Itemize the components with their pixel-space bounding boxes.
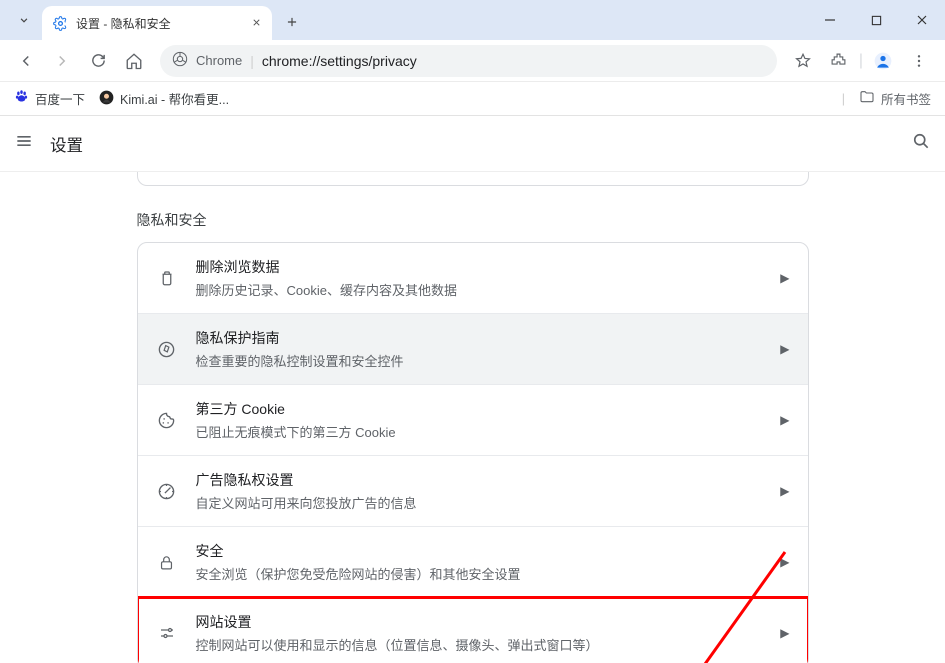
row-desc: 安全浏览（保护您免受危险网站的侵害）和其他安全设置 [196,564,763,583]
chrome-logo-icon [172,51,188,70]
window-minimize-button[interactable] [807,0,853,40]
row-desc: 控制网站可以使用和显示的信息（位置信息、摄像头、弹出式窗口等） [196,635,763,654]
privacy-card: 删除浏览数据 删除历史记录、Cookie、缓存内容及其他数据 ▶ 隐私保护指南 … [137,242,809,663]
bookmark-label: 百度一下 [35,89,85,108]
profile-button[interactable] [867,45,899,77]
row-site-settings[interactable]: 网站设置 控制网站可以使用和显示的信息（位置信息、摄像头、弹出式窗口等） ▶ [138,598,808,663]
address-url: chrome://settings/privacy [262,53,417,69]
settings-search-button[interactable] [911,131,931,156]
row-desc: 自定义网站可用来向您投放广告的信息 [196,493,763,512]
folder-icon [859,89,875,108]
browser-toolbar: Chrome | chrome://settings/privacy | [0,40,945,82]
address-scheme-label: Chrome [196,53,242,68]
row-clear-browsing-data[interactable]: 删除浏览数据 删除历史记录、Cookie、缓存内容及其他数据 ▶ [138,243,808,314]
cookie-icon [156,409,178,431]
chevron-right-icon: ▶ [780,555,789,569]
chevron-right-icon: ▶ [780,484,789,498]
trash-icon [156,267,178,289]
content-scroll[interactable]: 隐私和安全 删除浏览数据 删除历史记录、Cookie、缓存内容及其他数据 ▶ [0,172,945,663]
settings-header: 设置 [0,116,945,172]
lock-icon [156,551,178,573]
row-security[interactable]: 安全 安全浏览（保护您免受危险网站的侵害）和其他安全设置 ▶ [138,527,808,598]
forward-button[interactable] [46,45,78,77]
compass-icon [156,338,178,360]
page-title: 设置 [50,132,83,156]
target-icon [156,480,178,502]
bookmark-label: Kimi.ai - 帮你看更... [120,89,229,108]
baidu-paw-icon [14,89,29,108]
back-button[interactable] [10,45,42,77]
row-title: 隐私保护指南 [196,328,763,348]
titlebar: 设置 - 隐私和安全 [0,0,945,40]
row-desc: 已阻止无痕模式下的第三方 Cookie [196,422,763,441]
row-privacy-guide[interactable]: 隐私保护指南 检查重要的隐私控制设置和安全控件 ▶ [138,314,808,385]
window-controls [807,0,945,40]
chevron-right-icon: ▶ [780,626,789,640]
chevron-right-icon: ▶ [780,271,789,285]
hamburger-menu-button[interactable] [14,131,34,156]
window-maximize-button[interactable] [853,0,899,40]
menu-button[interactable] [903,45,935,77]
row-third-party-cookies[interactable]: 第三方 Cookie 已阻止无痕模式下的第三方 Cookie ▶ [138,385,808,456]
tab-title: 设置 - 隐私和安全 [76,15,171,32]
row-title: 删除浏览数据 [196,257,763,277]
tab-list-dropdown[interactable] [10,6,38,34]
bookmark-item-kimi[interactable]: Kimi.ai - 帮你看更... [99,89,229,108]
address-bar[interactable]: Chrome | chrome://settings/privacy [160,45,777,77]
kimi-avatar-icon [99,90,114,108]
browser-tab[interactable]: 设置 - 隐私和安全 [42,6,272,40]
chevron-right-icon: ▶ [780,342,789,356]
home-button[interactable] [118,45,150,77]
row-title: 第三方 Cookie [196,399,763,419]
bookmark-star-button[interactable] [787,45,819,77]
window-close-button[interactable] [899,0,945,40]
row-title: 安全 [196,541,763,561]
settings-content: 隐私和安全 删除浏览数据 删除历史记录、Cookie、缓存内容及其他数据 ▶ [0,172,945,663]
row-title: 网站设置 [196,612,763,632]
tab-close-button[interactable] [251,15,262,31]
row-desc: 检查重要的隐私控制设置和安全控件 [196,351,763,370]
row-desc: 删除历史记录、Cookie、缓存内容及其他数据 [196,280,763,299]
all-bookmarks-label: 所有书签 [881,89,931,108]
reload-button[interactable] [82,45,114,77]
previous-card-edge [137,172,809,186]
bookmarks-bar: 百度一下 Kimi.ai - 帮你看更... | 所有书签 [0,82,945,116]
all-bookmarks-button[interactable]: 所有书签 [859,89,931,108]
chevron-right-icon: ▶ [780,413,789,427]
bookmark-item-baidu[interactable]: 百度一下 [14,89,85,108]
row-title: 广告隐私权设置 [196,470,763,490]
row-ad-privacy[interactable]: 广告隐私权设置 自定义网站可用来向您投放广告的信息 ▶ [138,456,808,527]
settings-gear-icon [52,15,68,31]
section-heading: 隐私和安全 [137,210,809,230]
new-tab-button[interactable] [278,8,306,36]
sliders-icon [156,622,178,644]
extensions-button[interactable] [823,45,855,77]
